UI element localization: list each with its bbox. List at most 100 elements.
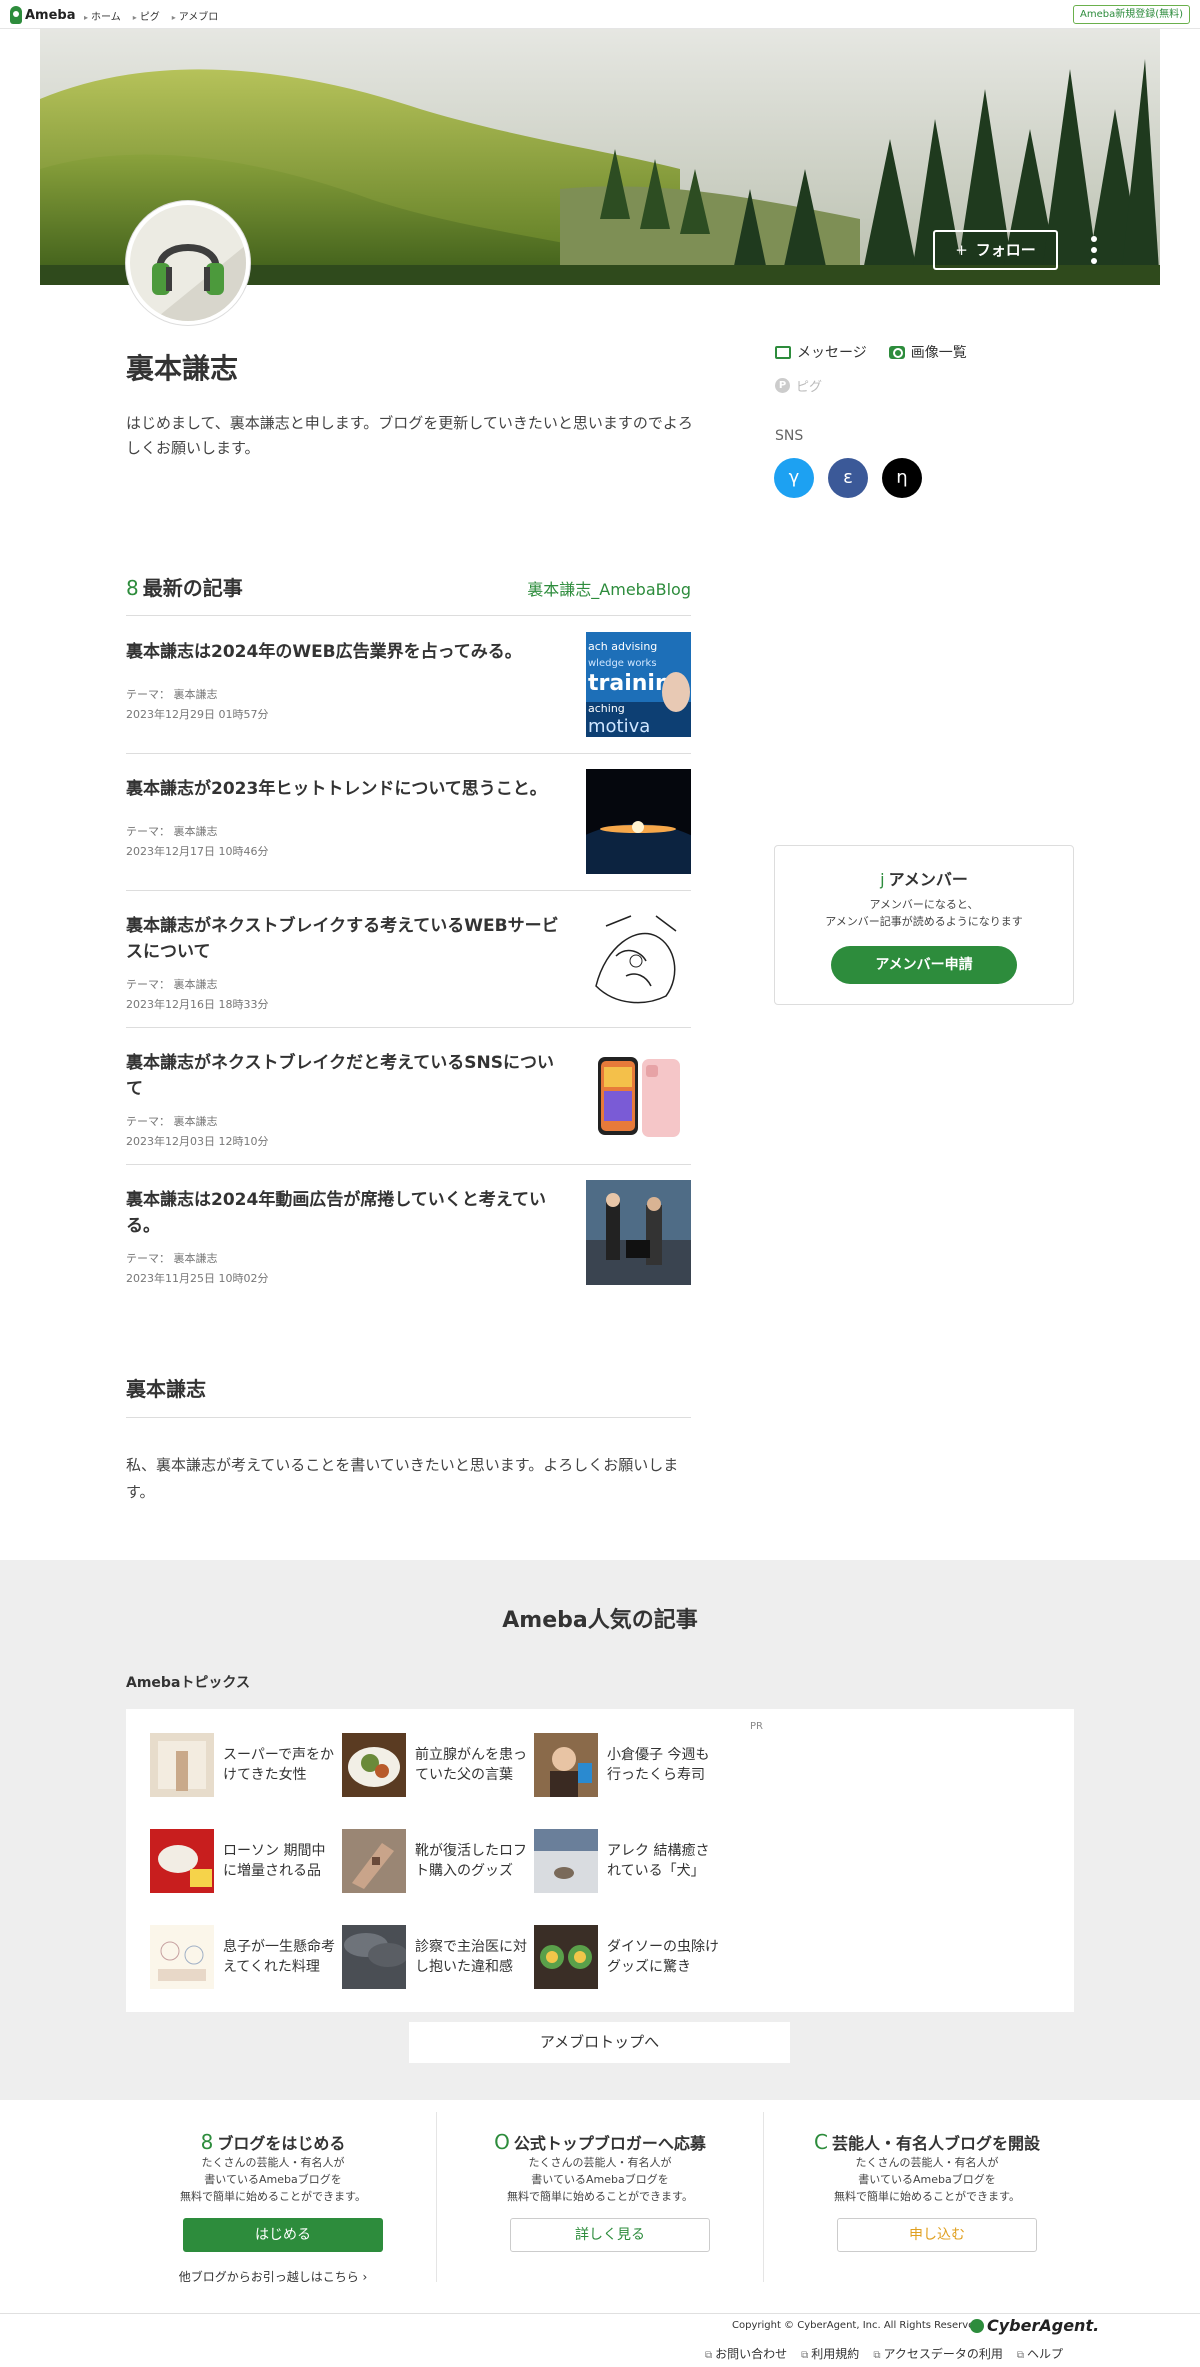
promo-description: たくさんの芸能人・有名人が 書いているAmebaブログを 無料で簡単に始めることがで…	[834, 2156, 1020, 2203]
blog-icon: 8	[200, 2130, 214, 2154]
plus-icon: +	[955, 241, 968, 259]
about-text: 私、裏本謙志が考えていることを書いていきたいと思います。よろしくお願いします。	[126, 1456, 679, 1501]
footer-link-help[interactable]: ヘルプ	[1017, 2345, 1063, 2362]
article-thumbnail[interactable]	[586, 1043, 691, 1148]
article-thumbnail[interactable]	[586, 769, 691, 874]
article-title[interactable]: 裏本謙志は2024年動画広告が席捲していくと考えている。	[126, 1187, 566, 1239]
pigg-link[interactable]: P ピグ	[775, 376, 822, 395]
topic-item[interactable]: ダイソーの虫除けグッズに驚き	[534, 1925, 724, 1989]
latest-articles-header: 8 最新の記事 裏本謙志_AmebaBlog	[126, 572, 691, 616]
divider	[126, 1417, 691, 1418]
cyberagent-logo[interactable]: CyberAgent.	[970, 2316, 1099, 2335]
profile-name: 裏本謙志	[126, 352, 239, 385]
svg-text:wledge works: wledge works	[588, 658, 657, 669]
topic-thumbnail	[534, 1925, 598, 1989]
article-theme: テーマ： 裏本謙志	[126, 978, 218, 991]
divider	[436, 2112, 437, 2282]
message-link[interactable]: メッセージ	[775, 342, 867, 362]
more-options-icon[interactable]	[1086, 234, 1102, 266]
article-title[interactable]: 裏本謙志がネクストブレイクだと考えているSNSについて	[126, 1050, 566, 1102]
article-theme: テーマ： 裏本謙志	[126, 1115, 218, 1128]
article-thumbnail[interactable]	[586, 906, 691, 1011]
amember-apply-button[interactable]: アメンバー申請	[831, 946, 1017, 984]
top-bar: Ameba ホーム ピグ アメブロ Ameba新規登録(無料)	[0, 0, 1200, 29]
topics-label: Amebaトピックス	[126, 1675, 250, 1691]
footer-link-terms[interactable]: 利用規約	[801, 2345, 859, 2362]
topic-item[interactable]: アレク 結構癒されている「犬」	[534, 1829, 724, 1893]
sns-facebook-icon[interactable]: ε	[828, 458, 868, 498]
topic-text: 靴が復活したロフト購入のグッズ	[415, 1843, 527, 1879]
promo-start-blog: 8 ブログをはじめる たくさんの芸能人・有名人が 書いているAmebaブログを 無料で…	[110, 2100, 436, 2315]
promo-title: 8 ブログをはじめる	[200, 2130, 346, 2154]
nav-link-ameblo[interactable]: アメブロ	[172, 8, 219, 23]
article-item[interactable]: 裏本謙志がネクストブレイクする考えているWEBサービスについて テーマ： 裏本謙…	[126, 891, 691, 1028]
copyright: Copyright © CyberAgent, Inc. All Rights …	[732, 2320, 984, 2331]
topic-item[interactable]: 靴が復活したロフト購入のグッズ	[342, 1829, 532, 1893]
blog-link[interactable]: 裏本謙志_AmebaBlog	[527, 576, 691, 600]
amember-box: j アメンバー アメンバーになると、 アメンバー記事が読めるようになります アメン…	[774, 845, 1074, 1005]
image-list-label: 画像一覧	[910, 345, 967, 361]
latest-articles-title: 8 最新の記事	[126, 576, 243, 600]
apply-button[interactable]: 申し込む	[837, 2218, 1037, 2252]
article-date: 2023年12月03日 12時10分	[126, 1135, 269, 1148]
svg-text:motiva: motiva	[588, 716, 650, 737]
amember-title: j アメンバー	[880, 870, 968, 889]
article-item[interactable]: 裏本謙志がネクストブレイクだと考えているSNSについて テーマ： 裏本謙志 20…	[126, 1028, 691, 1165]
avatar[interactable]	[126, 201, 250, 325]
article-title[interactable]: 裏本謙志は2024年のWEB広告業界を占ってみる。	[126, 639, 566, 665]
follow-label: フォロー	[975, 241, 1036, 259]
promo-title: O 公式トップブロガーへ応募	[494, 2130, 706, 2154]
topic-text: 小倉優子 今週も行ったくら寿司	[607, 1747, 710, 1783]
ameba-logo[interactable]: Ameba	[10, 5, 76, 25]
nav-link-home[interactable]: ホーム	[84, 8, 121, 23]
nav-link-pigg[interactable]: ピグ	[133, 8, 160, 23]
topic-thumbnail	[342, 1829, 406, 1893]
topic-item[interactable]: スーパーで声をかけてきた女性	[150, 1733, 340, 1797]
svg-text:trainin: trainin	[588, 671, 671, 696]
sns-label: SNS	[775, 428, 804, 444]
headphones-icon	[130, 205, 246, 321]
svg-text:ach advising: ach advising	[588, 640, 657, 653]
cyberagent-icon	[970, 2318, 984, 2333]
celebrity-icon: C	[814, 2130, 828, 2154]
start-blog-button[interactable]: はじめる	[183, 2218, 383, 2252]
pigg-label: ピグ	[796, 380, 823, 395]
ameblo-top-button[interactable]: アメブロトップへ	[409, 2022, 790, 2063]
topic-item[interactable]: 息子が一生懸命考えてくれた料理	[150, 1925, 340, 1989]
article-item[interactable]: 裏本謙志が2023年ヒットトレンドについて思うこと。 テーマ： 裏本謙志 202…	[126, 754, 691, 891]
article-item[interactable]: 裏本謙志は2024年のWEB広告業界を占ってみる。 テーマ： 裏本謙志 2023…	[126, 617, 691, 754]
message-label: メッセージ	[797, 345, 867, 361]
image-list-link[interactable]: 画像一覧	[888, 342, 967, 362]
official-icon: O	[494, 2130, 510, 2154]
sns-twitter-icon[interactable]: γ	[774, 458, 814, 498]
divider	[0, 2313, 1200, 2314]
learn-more-button[interactable]: 詳しく見る	[510, 2218, 710, 2252]
article-theme: テーマ： 裏本謙志	[126, 825, 218, 838]
ameba-logo-text: Ameba	[25, 7, 76, 23]
topic-item[interactable]: 小倉優子 今週も行ったくら寿司	[534, 1733, 724, 1797]
footer-link-contact[interactable]: お問い合わせ	[705, 2345, 787, 2362]
topic-text: 前立腺がんを患っていた父の言葉	[415, 1747, 527, 1783]
popular-title: Ameba人気の記事	[502, 1608, 698, 1633]
article-title[interactable]: 裏本謙志がネクストブレイクする考えているWEBサービスについて	[126, 913, 566, 965]
article-date: 2023年11月25日 10時02分	[126, 1272, 269, 1285]
topic-item[interactable]: ローソン 期間中に増量される品	[150, 1829, 340, 1893]
promo-official-blogger: O 公式トップブロガーへ応募 たくさんの芸能人・有名人が 書いているAmebaブログ…	[437, 2100, 763, 2315]
camera-icon	[888, 345, 905, 359]
migrate-blog-link[interactable]: 他ブログからお引っ越しはこちら ›	[110, 2268, 436, 2285]
article-item[interactable]: 裏本謙志は2024年動画広告が席捲していくと考えている。 テーマ： 裏本謙志 2…	[126, 1165, 691, 1302]
article-date: 2023年12月29日 01時57分	[126, 708, 269, 721]
topic-item[interactable]: 前立腺がんを患っていた父の言葉	[342, 1733, 532, 1797]
article-thumbnail[interactable]	[586, 1180, 691, 1285]
signup-button[interactable]: Ameba新規登録(無料)	[1072, 5, 1190, 24]
topic-text: ダイソーの虫除けグッズに驚き	[607, 1939, 719, 1975]
topic-text: 診察で主治医に対し抱いた違和感	[415, 1939, 527, 1975]
footer-link-access-data[interactable]: アクセスデータの利用	[873, 2345, 1002, 2362]
sns-tiktok-icon[interactable]: η	[882, 458, 922, 498]
topic-item[interactable]: 診察で主治医に対し抱いた違和感	[342, 1925, 532, 1989]
article-title[interactable]: 裏本謙志が2023年ヒットトレンドについて思うこと。	[126, 776, 566, 802]
amember-description: アメンバーになると、 アメンバー記事が読めるようになります	[825, 898, 1023, 928]
article-thumbnail[interactable]: ach advising wledge works trainin aching…	[586, 632, 691, 737]
promo-description: たくさんの芸能人・有名人が 書いているAmebaブログを 無料で簡単に始めることがで…	[180, 2156, 366, 2203]
follow-button[interactable]: + フォロー	[933, 230, 1058, 270]
